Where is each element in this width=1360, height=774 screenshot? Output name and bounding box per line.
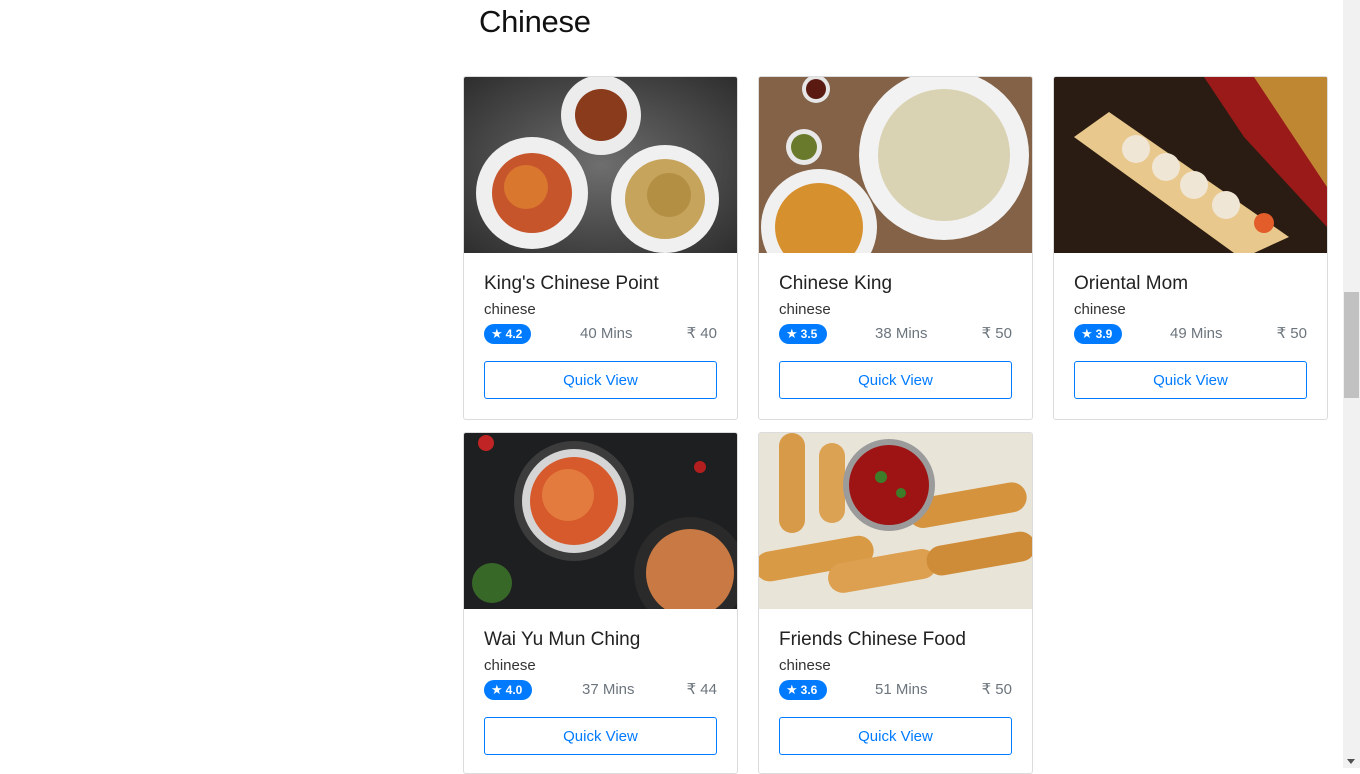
- price: ₹ 44: [686, 681, 717, 698]
- delivery-time: 40 Mins: [580, 325, 633, 342]
- restaurant-name[interactable]: Wai Yu Mun Ching: [484, 629, 640, 651]
- restaurant-name[interactable]: Friends Chinese Food: [779, 629, 966, 651]
- restaurant-card[interactable]: King's Chinese Point chinese ★ 4.2 40 Mi…: [463, 76, 738, 420]
- rating-value: 3.5: [800, 327, 818, 341]
- quick-view-button[interactable]: Quick View: [484, 717, 717, 755]
- scrollbar-thumb[interactable]: [1344, 292, 1359, 398]
- quick-view-button[interactable]: Quick View: [484, 361, 717, 399]
- quick-view-button[interactable]: Quick View: [779, 717, 1012, 755]
- star-icon: ★: [786, 326, 798, 341]
- scroll-down-arrow-icon[interactable]: [1347, 759, 1355, 764]
- restaurant-card[interactable]: Wai Yu Mun Ching chinese ★ 4.0 37 Mins ₹…: [463, 432, 738, 774]
- cuisine-label: chinese: [779, 657, 831, 674]
- restaurant-card[interactable]: Chinese King chinese ★ 3.5 38 Mins ₹ 50 …: [758, 76, 1033, 420]
- star-icon: ★: [491, 682, 503, 697]
- delivery-time: 37 Mins: [582, 681, 635, 698]
- quick-view-button[interactable]: Quick View: [779, 361, 1012, 399]
- page-scrollbar[interactable]: [1343, 0, 1360, 768]
- star-icon: ★: [491, 326, 503, 341]
- rating-value: 3.9: [1095, 327, 1113, 341]
- price: ₹ 50: [981, 681, 1012, 698]
- section-title: Chinese: [479, 4, 591, 39]
- star-icon: ★: [1081, 326, 1093, 341]
- cuisine-label: chinese: [484, 301, 536, 318]
- price: ₹ 50: [981, 325, 1012, 342]
- food-image[interactable]: [1054, 77, 1327, 253]
- quick-view-button[interactable]: Quick View: [1074, 361, 1307, 399]
- cuisine-label: chinese: [1074, 301, 1126, 318]
- delivery-time: 51 Mins: [875, 681, 928, 698]
- star-icon: ★: [786, 682, 798, 697]
- food-image[interactable]: [759, 433, 1032, 609]
- restaurant-card[interactable]: Oriental Mom chinese ★ 3.9 49 Mins ₹ 50 …: [1053, 76, 1328, 420]
- rating-badge: ★ 3.6: [779, 680, 827, 700]
- rating-badge: ★ 4.2: [484, 324, 531, 344]
- rating-value: 3.6: [800, 683, 818, 697]
- cuisine-label: chinese: [484, 657, 536, 674]
- cuisine-label: chinese: [779, 301, 831, 318]
- rating-value: 4.0: [505, 683, 523, 697]
- rating-badge: ★ 4.0: [484, 680, 532, 700]
- rating-value: 4.2: [505, 327, 523, 341]
- price: ₹ 50: [1276, 325, 1307, 342]
- restaurant-name[interactable]: Chinese King: [779, 273, 892, 295]
- delivery-time: 49 Mins: [1170, 325, 1223, 342]
- food-image[interactable]: [464, 433, 737, 609]
- price: ₹ 40: [686, 325, 717, 342]
- restaurant-name[interactable]: King's Chinese Point: [484, 273, 659, 295]
- delivery-time: 38 Mins: [875, 325, 928, 342]
- rating-badge: ★ 3.9: [1074, 324, 1122, 344]
- food-image[interactable]: [759, 77, 1032, 253]
- rating-badge: ★ 3.5: [779, 324, 827, 344]
- food-image[interactable]: [464, 77, 737, 253]
- restaurant-card[interactable]: Friends Chinese Food chinese ★ 3.6 51 Mi…: [758, 432, 1033, 774]
- restaurant-name[interactable]: Oriental Mom: [1074, 273, 1188, 295]
